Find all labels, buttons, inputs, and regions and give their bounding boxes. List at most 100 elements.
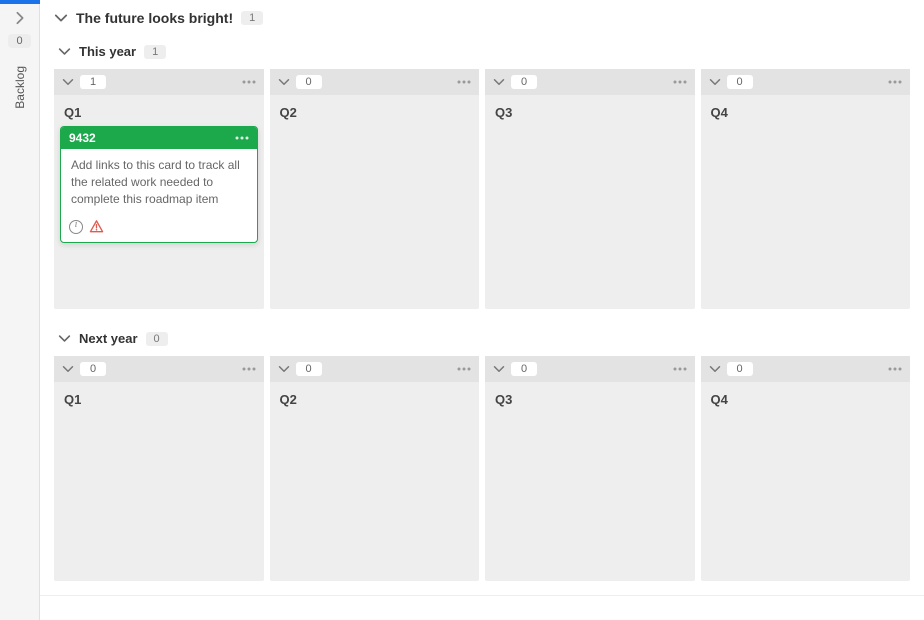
swimlane-header: Next year 0 xyxy=(54,323,910,356)
warning-icon[interactable] xyxy=(89,219,104,234)
board-count-badge: 1 xyxy=(241,11,263,25)
column-body[interactable] xyxy=(270,413,480,581)
card-text: Add links to this card to track all the … xyxy=(61,149,257,215)
column-collapse-toggle[interactable] xyxy=(709,76,721,88)
column-title: Q1 xyxy=(54,95,264,126)
roadmap-card[interactable]: 9432 Add links to this card to track all… xyxy=(60,126,258,243)
kebab-icon xyxy=(457,80,471,84)
kebab-icon xyxy=(457,367,471,371)
column-body[interactable] xyxy=(270,126,480,309)
swimlane-count-badge: 0 xyxy=(146,332,168,346)
column-menu-button[interactable] xyxy=(888,80,902,84)
column-body[interactable] xyxy=(54,413,264,581)
column-collapse-toggle[interactable] xyxy=(493,363,505,375)
column-collapse-toggle[interactable] xyxy=(278,363,290,375)
columns-row: 1 Q1 9432 xyxy=(54,69,910,309)
column-body[interactable] xyxy=(485,413,695,581)
card-footer xyxy=(61,215,257,242)
column-header: 0 xyxy=(701,356,911,382)
column-collapse-toggle[interactable] xyxy=(62,363,74,375)
chevron-down-icon xyxy=(62,363,74,375)
column-count-badge: 0 xyxy=(296,75,322,89)
swimlane-collapse-toggle[interactable] xyxy=(58,45,71,58)
chevron-down-icon xyxy=(58,45,71,58)
column-body[interactable] xyxy=(701,413,911,581)
column-menu-button[interactable] xyxy=(242,80,256,84)
column-menu-button[interactable] xyxy=(673,367,687,371)
column-count-badge: 1 xyxy=(80,75,106,89)
swimlane-count-badge: 1 xyxy=(144,45,166,59)
board-title: The future looks bright! xyxy=(76,10,233,26)
column-count-badge: 0 xyxy=(727,362,753,376)
swimlane-header: This year 1 xyxy=(54,36,910,69)
info-icon[interactable] xyxy=(69,220,83,234)
column-count-badge: 0 xyxy=(296,362,322,376)
column-q4: 0 Q4 xyxy=(701,356,911,581)
column-collapse-toggle[interactable] xyxy=(278,76,290,88)
chevron-down-icon xyxy=(278,76,290,88)
column-menu-button[interactable] xyxy=(673,80,687,84)
chevron-down-icon xyxy=(493,363,505,375)
swimlane-this-year: This year 1 1 Q1 xyxy=(40,36,924,323)
sidebar-expand-button[interactable] xyxy=(0,4,40,32)
chevron-down-icon xyxy=(493,76,505,88)
column-menu-button[interactable] xyxy=(457,80,471,84)
kebab-icon xyxy=(888,367,902,371)
kebab-icon xyxy=(673,367,687,371)
column-header: 1 xyxy=(54,69,264,95)
column-collapse-toggle[interactable] xyxy=(493,76,505,88)
card-header: 9432 xyxy=(61,127,257,149)
chevron-down-icon xyxy=(62,76,74,88)
card-id: 9432 xyxy=(69,131,96,145)
column-body[interactable] xyxy=(701,126,911,309)
column-count-badge: 0 xyxy=(727,75,753,89)
kebab-icon xyxy=(242,367,256,371)
chevron-right-icon xyxy=(13,11,27,25)
kebab-icon xyxy=(673,80,687,84)
column-title: Q3 xyxy=(485,382,695,413)
kebab-icon xyxy=(888,80,902,84)
backlog-label: Backlog xyxy=(13,66,27,109)
column-collapse-toggle[interactable] xyxy=(709,363,721,375)
column-q2: 0 Q2 xyxy=(270,69,480,309)
chevron-down-icon xyxy=(54,11,68,25)
column-title: Q4 xyxy=(701,382,911,413)
board-section: The future looks bright! 1 This year 1 xyxy=(40,0,924,596)
column-header: 0 xyxy=(270,356,480,382)
swimlane-collapse-toggle[interactable] xyxy=(58,332,71,345)
kebab-icon xyxy=(242,80,256,84)
column-title: Q2 xyxy=(270,95,480,126)
column-title: Q1 xyxy=(54,382,264,413)
chevron-down-icon xyxy=(709,363,721,375)
column-menu-button[interactable] xyxy=(888,367,902,371)
column-body[interactable]: 9432 Add links to this card to track all… xyxy=(54,126,264,309)
kebab-icon xyxy=(235,136,249,140)
backlog-count-badge: 0 xyxy=(8,34,30,48)
backlog-sidebar: 0 Backlog xyxy=(0,0,40,620)
swimlane-title: Next year xyxy=(79,331,138,346)
column-count-badge: 0 xyxy=(511,362,537,376)
chevron-down-icon xyxy=(58,332,71,345)
column-title: Q2 xyxy=(270,382,480,413)
column-q1: 0 Q1 xyxy=(54,356,264,581)
column-collapse-toggle[interactable] xyxy=(62,76,74,88)
column-header: 0 xyxy=(54,356,264,382)
chevron-down-icon xyxy=(709,76,721,88)
column-q2: 0 Q2 xyxy=(270,356,480,581)
chevron-down-icon xyxy=(278,363,290,375)
column-menu-button[interactable] xyxy=(457,367,471,371)
board-header: The future looks bright! 1 xyxy=(40,0,924,36)
column-count-badge: 0 xyxy=(511,75,537,89)
card-menu-button[interactable] xyxy=(235,136,249,140)
column-title: Q4 xyxy=(701,95,911,126)
column-q1: 1 Q1 9432 xyxy=(54,69,264,309)
column-body[interactable] xyxy=(485,126,695,309)
swimlane-next-year: Next year 0 0 Q1 xyxy=(40,323,924,595)
swimlane-title: This year xyxy=(79,44,136,59)
column-title: Q3 xyxy=(485,95,695,126)
board-collapse-toggle[interactable] xyxy=(54,11,68,25)
column-menu-button[interactable] xyxy=(242,367,256,371)
board-main: The future looks bright! 1 This year 1 xyxy=(40,0,924,620)
column-header: 0 xyxy=(485,69,695,95)
column-header: 0 xyxy=(270,69,480,95)
